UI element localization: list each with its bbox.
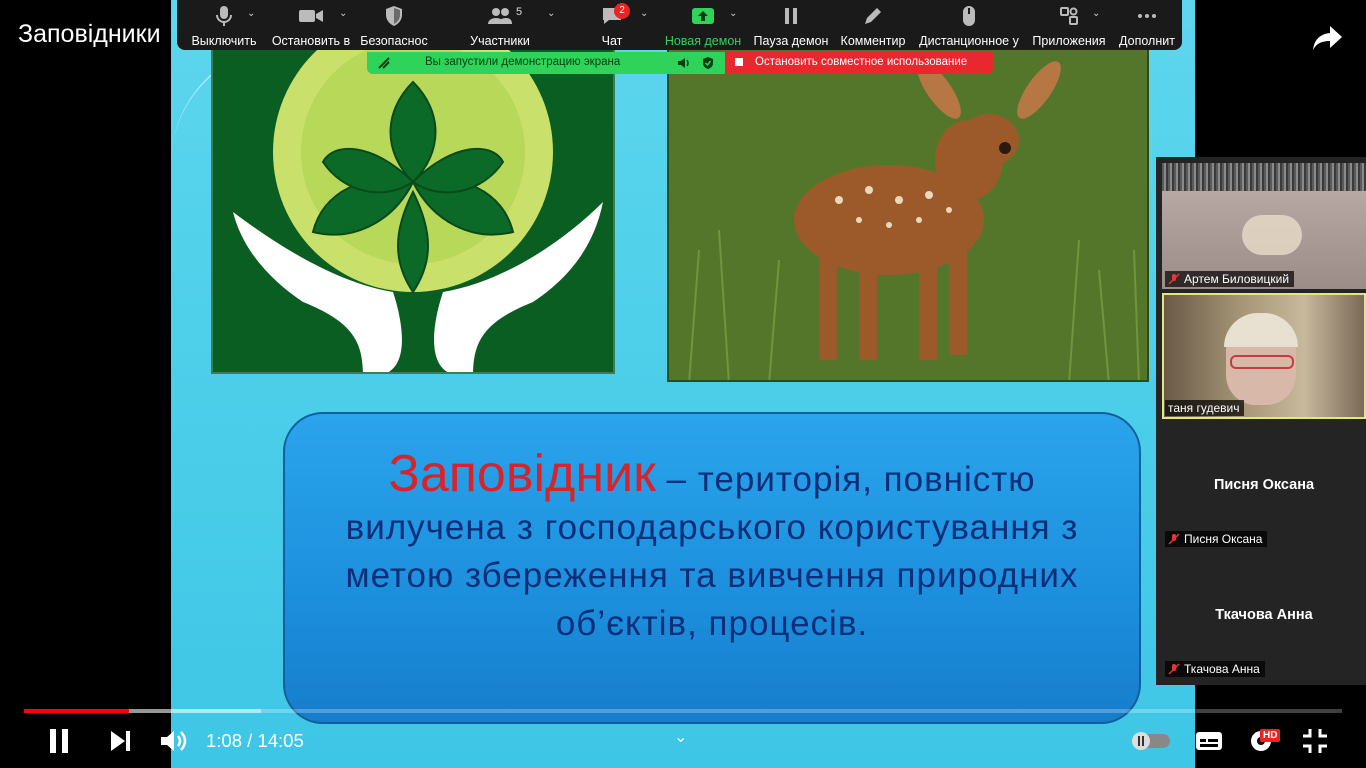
participant-name-tag: таня гудевич xyxy=(1165,400,1245,416)
share-arrow-icon[interactable] xyxy=(1310,20,1346,56)
apps-icon xyxy=(1060,7,1078,25)
pause-share-label: Пауза демон xyxy=(753,34,829,48)
pencil-icon xyxy=(865,8,881,24)
participant-tile[interactable]: Ткачова Анна Ткачова Анна xyxy=(1162,553,1366,679)
new-share-label: Новая демон xyxy=(664,34,742,48)
stop-share-button[interactable]: Остановить совместное использование xyxy=(725,52,993,74)
participants-button[interactable]: Участники xyxy=(465,4,535,50)
next-video-button[interactable] xyxy=(103,724,137,758)
volume-button[interactable] xyxy=(156,724,190,758)
participant-name: Ткачова Анна xyxy=(1184,662,1260,676)
participants-count: 5 xyxy=(516,6,523,18)
participant-name: Артем Биловицкий xyxy=(1184,272,1290,286)
mute-label: Выключить xyxy=(191,34,257,48)
video-camera-icon xyxy=(299,10,323,22)
remote-control-label: Дистанционное у xyxy=(919,34,1019,48)
chevron-down-icon[interactable]: ⌄ xyxy=(339,8,347,19)
participant-name-tag: Ткачова Анна xyxy=(1165,661,1265,677)
hd-badge: HD xyxy=(1260,729,1281,742)
stop-square-icon xyxy=(735,58,743,66)
pause-share-button[interactable]: Пауза демон xyxy=(753,4,829,50)
chevron-down-icon[interactable]: ⌄ xyxy=(547,8,555,19)
mouse-icon xyxy=(963,6,975,26)
security-label: Безопаснос xyxy=(360,34,428,48)
remote-control-button[interactable]: Дистанционное у xyxy=(919,4,1019,50)
exit-fullscreen-icon[interactable] xyxy=(1298,724,1332,758)
video-progress-bar[interactable] xyxy=(24,709,1342,713)
muted-mic-icon xyxy=(1168,273,1180,285)
participant-tile[interactable]: Артем Биловицкий xyxy=(1162,163,1366,289)
chevron-down-icon[interactable]: ⌄ xyxy=(674,727,687,747)
pause-button[interactable] xyxy=(42,724,76,758)
screen-share-message: Вы запустили демонстрацию экрана xyxy=(425,56,621,68)
signal-icon xyxy=(378,57,390,69)
muted-mic-icon xyxy=(1168,533,1180,545)
participant-name-tag: Артем Биловицкий xyxy=(1165,271,1295,287)
annotate-label: Комментир xyxy=(840,34,906,48)
video-title[interactable]: Заповідники xyxy=(18,20,161,49)
presentation-slide: Заповідник – територія, повністю вилучен… xyxy=(171,0,1195,768)
more-label: Дополнит xyxy=(1119,34,1175,48)
participant-tile-active-speaker[interactable]: таня гудевич xyxy=(1162,293,1366,419)
time-display: 1:08 / 14:05 xyxy=(206,730,304,752)
chevron-down-icon[interactable]: ⌄ xyxy=(729,8,737,19)
shield-icon xyxy=(386,6,402,26)
chevron-down-icon[interactable]: ⌄ xyxy=(1092,8,1100,19)
share-screen-icon xyxy=(692,8,714,24)
autoplay-toggle[interactable] xyxy=(1126,724,1174,758)
glasses xyxy=(1230,355,1294,369)
stop-video-label: Остановить в xyxy=(271,34,351,48)
light-glare xyxy=(1242,215,1302,255)
duration: 14:05 xyxy=(257,730,304,751)
fawn-photo xyxy=(667,48,1149,382)
participant-name: таня гудевич xyxy=(1168,401,1240,415)
chat-button[interactable]: Чат xyxy=(582,4,642,50)
definition-box: Заповідник – територія, повністю вилучен… xyxy=(283,412,1141,724)
participant-name-tag: Писня Оксана xyxy=(1165,531,1268,547)
pause-icon xyxy=(785,8,797,24)
chevron-down-icon[interactable]: ⌄ xyxy=(640,8,648,19)
more-button[interactable]: Дополнит xyxy=(1115,4,1179,50)
stop-share-label: Остановить совместное использование xyxy=(755,56,968,68)
nature-logo-image xyxy=(211,40,615,374)
annotate-button[interactable]: Комментир xyxy=(839,4,907,50)
definition-term: Заповідник xyxy=(388,445,656,503)
zoom-meeting-toolbar: Выключить ⌄ Остановить в ⌄ Безопаснос Уч… xyxy=(177,0,1182,50)
participant-display-name: Писня Оксана xyxy=(1213,477,1315,493)
participant-display-name: Ткачова Анна xyxy=(1215,607,1313,623)
participants-label: Участники xyxy=(470,34,530,48)
video-noise xyxy=(1162,163,1366,191)
participants-icon xyxy=(488,8,512,24)
chevron-down-icon[interactable]: ⌄ xyxy=(247,8,255,19)
microphone-icon xyxy=(216,6,232,26)
security-button[interactable]: Безопаснос xyxy=(359,4,429,50)
chat-label: Чат xyxy=(601,34,623,48)
participant-tile[interactable]: Писня Оксана Писня Оксана xyxy=(1162,423,1366,549)
definition-text: Заповідник – територія, повністю вилучен… xyxy=(305,448,1119,648)
chat-unread-badge: 2 xyxy=(614,3,630,19)
apps-label: Приложения xyxy=(1032,34,1106,48)
played-progress xyxy=(24,709,130,713)
more-icon xyxy=(1138,14,1156,18)
shield-check-icon[interactable] xyxy=(701,56,715,70)
screen-share-status-bar: Вы запустили демонстрацию экрана xyxy=(367,52,725,74)
subtitles-icon[interactable] xyxy=(1192,724,1226,758)
current-time: 1:08 xyxy=(206,730,243,751)
participant-name: Писня Оксана xyxy=(1184,532,1263,546)
speaker-icon[interactable] xyxy=(677,56,691,70)
muted-mic-icon xyxy=(1168,663,1180,675)
time-separator: / xyxy=(242,730,258,751)
participant-gallery: Артем Биловицкий таня гудевич Писня Окса… xyxy=(1156,157,1366,685)
